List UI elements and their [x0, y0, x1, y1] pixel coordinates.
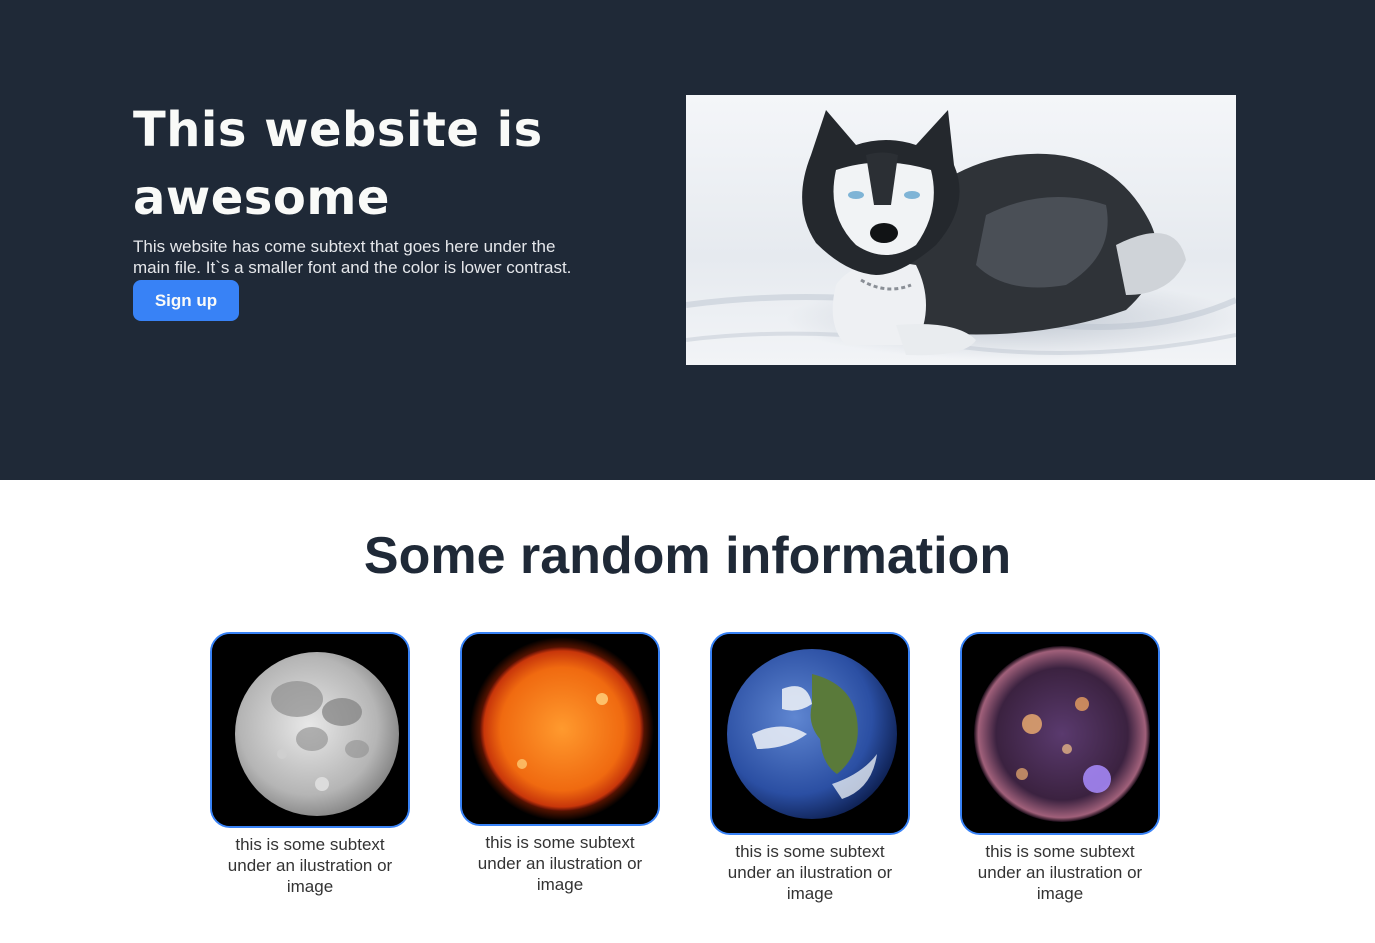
husky-in-snow-image [686, 95, 1236, 365]
solar-flare-image [960, 632, 1160, 835]
hero-title: This website is awesome [133, 102, 543, 226]
info-card-earth: this is some subtext under an ilustratio… [708, 632, 912, 904]
hero-section: This website is awesome This website has… [0, 0, 1375, 480]
card-caption: this is some subtext under an ilustratio… [227, 835, 393, 896]
info-card-solar-flare: this is some subtext under an ilustratio… [958, 632, 1162, 904]
moon-image [210, 632, 410, 828]
info-card-moon: this is some subtext under an ilustratio… [208, 632, 412, 897]
hero-subtitle: This website has come subtext that goes … [133, 237, 572, 277]
sign-up-button[interactable]: Sign up [133, 280, 239, 321]
earth-image [710, 632, 910, 835]
card-caption: this is some subtext under an ilustratio… [477, 833, 643, 894]
hero-text-block: This website is awesome This website has… [133, 96, 603, 321]
info-section-title: Some random information [363, 527, 1012, 585]
card-caption: this is some subtext under an ilustratio… [977, 842, 1143, 903]
info-card-sun: this is some subtext under an ilustratio… [458, 632, 662, 895]
card-caption: this is some subtext under an ilustratio… [727, 842, 893, 903]
sun-image [460, 632, 660, 826]
